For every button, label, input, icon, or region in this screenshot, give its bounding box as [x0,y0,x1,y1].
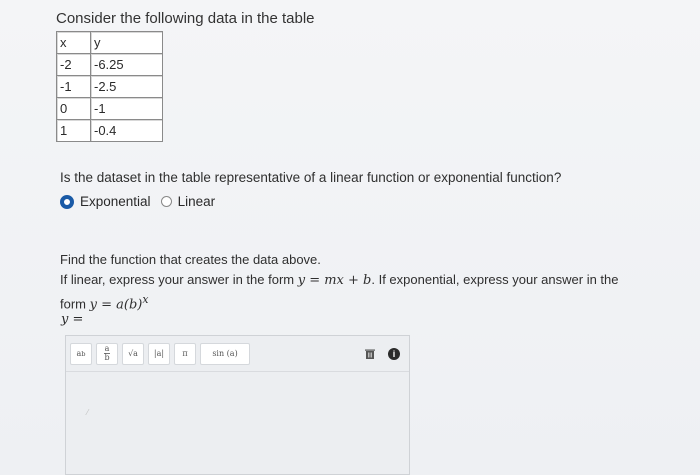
cell-y: -6.25 [90,53,163,76]
cell-y: -1 [90,97,163,120]
find-function-text: Find the function that creates the data … [60,252,321,267]
cell-x: 0 [56,97,91,120]
pi-button[interactable]: π [174,342,196,365]
trash-icon [365,349,375,359]
delete-button[interactable] [361,345,379,363]
table-row: -1 -2.5 [56,75,163,98]
instruction-part1: If linear, express your answer in the fo… [60,272,298,287]
table-header-row: x y [56,31,163,54]
cell-x: -2 [56,53,91,76]
exponential-form: y = a(b) [89,297,143,313]
answer-label: y = [61,312,84,327]
radio-exponential[interactable]: Exponential [60,194,151,209]
linear-form: y = mx + b [297,273,372,288]
toolbar-right-actions: i [355,345,403,363]
fraction-denominator: b [104,353,110,362]
info-icon: i [388,347,400,360]
exponential-form-exponent: x [142,293,149,306]
absolute-value-button[interactable]: |a| [148,342,170,365]
math-answer-editor[interactable]: ab a b √a |a| π sin (a) i ⁄ [65,335,410,475]
cell-x: -1 [56,75,91,98]
fraction-button[interactable]: a b [96,342,118,365]
function-type-radio-group: Exponential Linear [60,194,225,209]
answer-input-area[interactable]: ⁄ [66,372,409,474]
question-heading: Consider the following data in the table [56,10,315,27]
radio-selected-icon[interactable] [60,194,74,209]
function-type-question: Is the dataset in the table representati… [60,170,562,185]
power-exponent: b [81,349,86,358]
table-row: 0 -1 [56,97,163,120]
cell-y: -0.4 [90,119,163,142]
fraction-numerator: a [104,344,110,353]
help-button[interactable]: i [385,345,403,363]
text-cursor-icon: ⁄ [87,408,89,417]
radio-unselected-icon[interactable] [160,196,172,207]
power-button[interactable]: ab [70,342,92,365]
sqrt-button[interactable]: √a [122,342,144,365]
header-y: y [90,31,163,54]
data-table: x y -2 -6.25 -1 -2.5 0 -1 1 -0.4 [56,31,163,142]
radio-linear[interactable]: Linear [160,194,216,209]
cell-y: -2.5 [90,75,163,98]
math-toolbar: ab a b √a |a| π sin (a) i [66,336,409,372]
header-x: x [56,31,91,54]
cell-x: 1 [56,119,91,142]
sin-button[interactable]: sin (a) [200,342,250,365]
radio-linear-label: Linear [177,194,216,209]
table-row: -2 -6.25 [56,53,163,76]
answer-instructions: If linear, express your answer in the fo… [60,270,640,314]
table-row: 1 -0.4 [56,119,163,142]
radio-exponential-label: Exponential [80,194,151,209]
